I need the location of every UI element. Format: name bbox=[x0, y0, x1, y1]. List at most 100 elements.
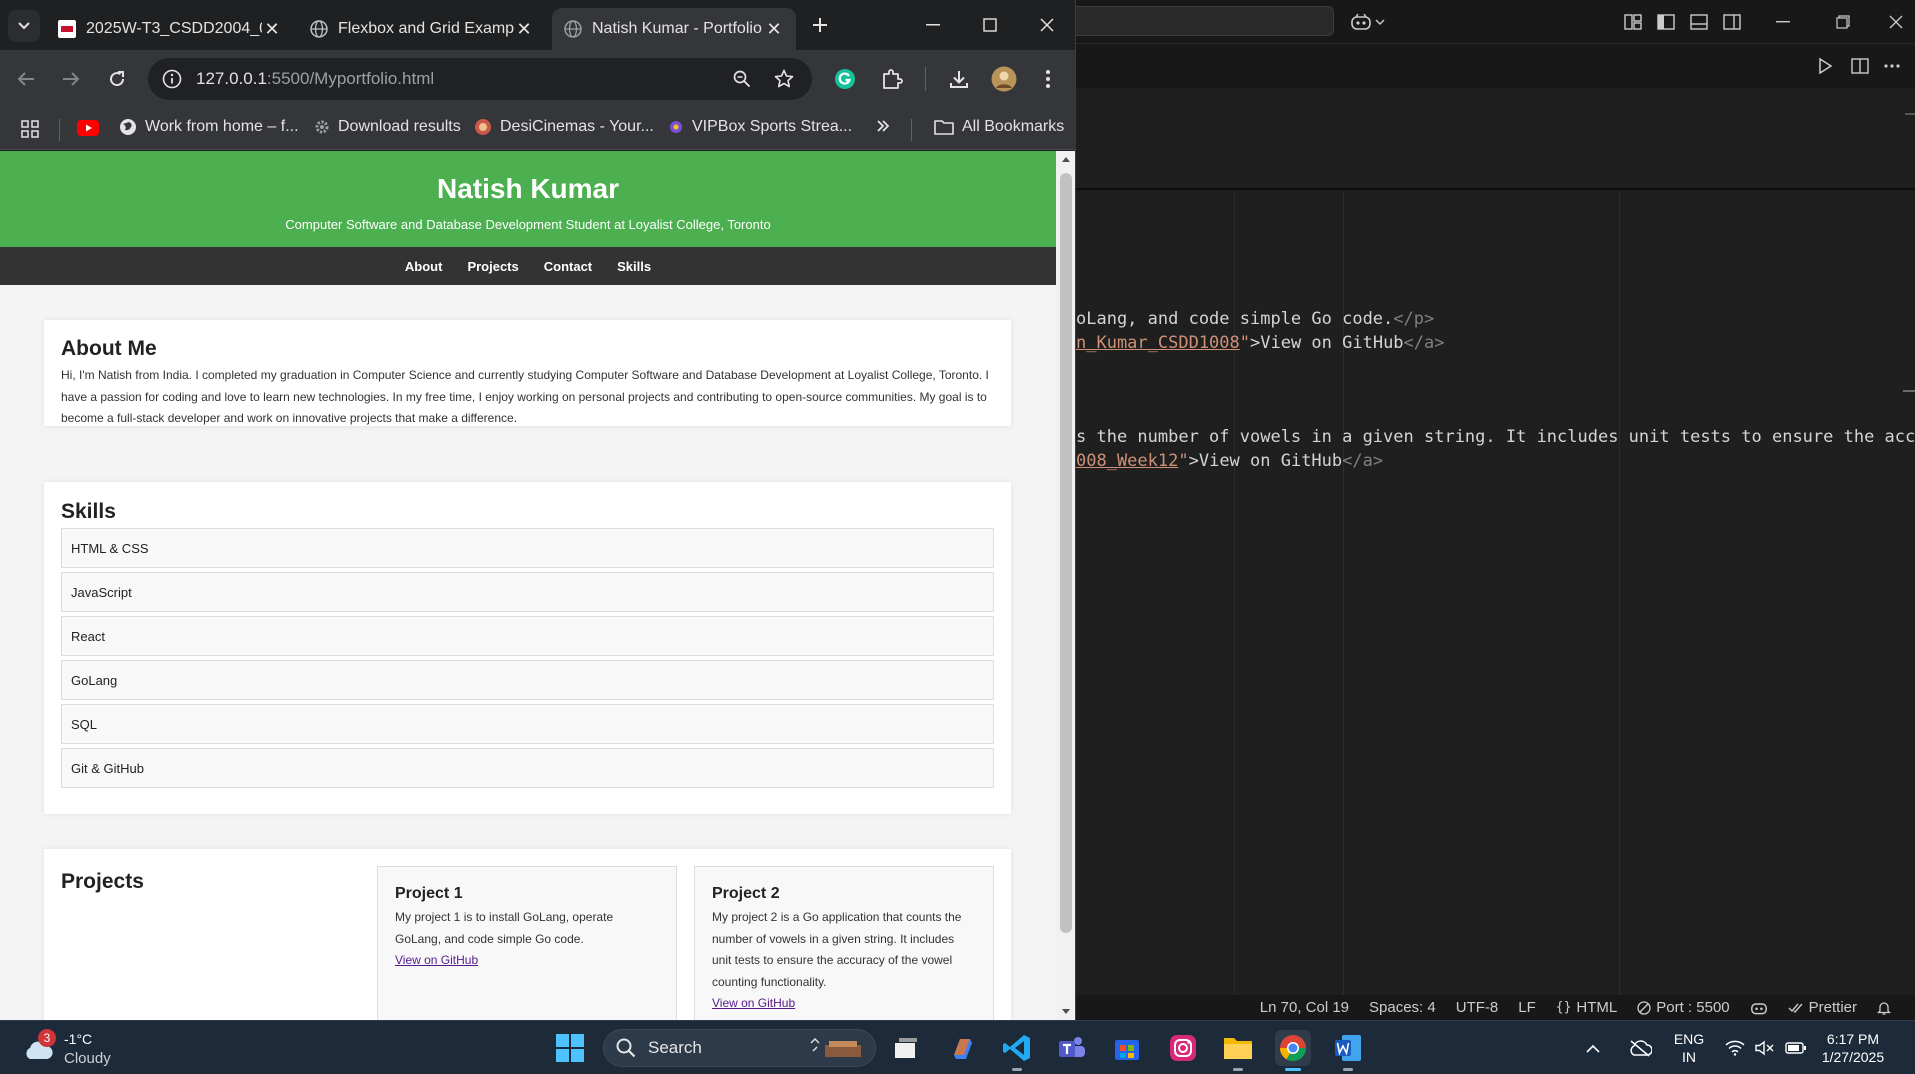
volume-status[interactable] bbox=[1752, 1030, 1778, 1066]
zoom-button[interactable] bbox=[726, 63, 758, 95]
bookmark-vipbox[interactable]: VIPBox Sports Strea... bbox=[668, 118, 852, 136]
code-line: oLang, and code simple Go code.</p> bbox=[1076, 307, 1434, 331]
clock-date: 1/27/2025 bbox=[1821, 1049, 1885, 1065]
reload-icon bbox=[110, 71, 125, 87]
bookmark-download-results[interactable]: Download results bbox=[314, 118, 461, 136]
split-editor-icon[interactable] bbox=[1848, 54, 1872, 78]
task-view-button[interactable] bbox=[887, 1030, 923, 1066]
project-card: Project 1 My project 1 is to install GoL… bbox=[377, 866, 677, 1020]
all-bookmarks-button[interactable]: All Bookmarks bbox=[934, 118, 1064, 136]
word-app[interactable] bbox=[1330, 1030, 1366, 1071]
file-explorer-app[interactable] bbox=[1220, 1030, 1256, 1071]
page-viewport[interactable]: Natish Kumar Computer Software and Datab… bbox=[0, 151, 1056, 1020]
encoding-status[interactable]: UTF-8 bbox=[1446, 995, 1509, 1020]
extension-grammarly[interactable] bbox=[829, 63, 861, 95]
bookmark-desicinemas[interactable]: DesiCinemas - Your... bbox=[474, 118, 654, 136]
nav-link-contact[interactable]: Contact bbox=[544, 259, 592, 274]
close-tab-icon[interactable]: ✕ bbox=[764, 19, 784, 39]
more-actions-icon[interactable] bbox=[1880, 54, 1904, 78]
store-icon bbox=[1115, 1040, 1139, 1060]
chevron-down-icon[interactable] bbox=[1373, 10, 1387, 34]
reload-button[interactable] bbox=[101, 63, 133, 95]
scrollbar-thumb[interactable] bbox=[1060, 173, 1072, 933]
clock[interactable]: 6:17 PM 1/27/2025 bbox=[1817, 1030, 1889, 1066]
bookmark-work-from-home[interactable]: Work from home – f... bbox=[119, 118, 299, 136]
show-hidden-icons-button[interactable] bbox=[1581, 1030, 1605, 1066]
minimize-button[interactable] bbox=[917, 9, 949, 41]
minimize-icon[interactable] bbox=[1771, 10, 1795, 34]
bookmark-star-button[interactable] bbox=[768, 63, 800, 95]
toggle-panel-icon[interactable] bbox=[1687, 10, 1711, 34]
maximize-button[interactable] bbox=[974, 9, 1006, 41]
code-line: s the number of vowels in a given string… bbox=[1076, 425, 1915, 449]
apps-button[interactable] bbox=[21, 120, 39, 138]
copilot-icon[interactable] bbox=[1349, 10, 1373, 34]
address-bar[interactable]: 127.0.0.1:5500/Myportfolio.html bbox=[148, 58, 812, 100]
nav-link-skills[interactable]: Skills bbox=[617, 259, 651, 274]
nav-link-about[interactable]: About bbox=[405, 259, 443, 274]
bookmark-youtube[interactable] bbox=[77, 120, 99, 136]
page-title: Natish Kumar bbox=[436, 173, 620, 204]
eol-status[interactable]: LF bbox=[1508, 995, 1546, 1020]
notifications-bell[interactable] bbox=[1867, 995, 1901, 1020]
close-icon[interactable] bbox=[1884, 10, 1908, 34]
onedrive-status[interactable] bbox=[1625, 1030, 1655, 1066]
new-tab-button[interactable] bbox=[804, 9, 836, 41]
live-server-port[interactable]: Port : 5500 bbox=[1627, 995, 1739, 1020]
folder-icon bbox=[934, 120, 954, 135]
tab-flexbox[interactable]: Flexbox and Grid Exampl ✕ bbox=[298, 8, 546, 50]
more-bookmarks-button[interactable] bbox=[876, 119, 890, 133]
github-link[interactable]: View on GitHub bbox=[395, 950, 659, 972]
weather-widget[interactable]: 3 -1°C Cloudy bbox=[20, 1029, 130, 1067]
extensions-button[interactable] bbox=[876, 63, 908, 95]
language-mode[interactable]: {} HTML bbox=[1546, 995, 1628, 1020]
search-placeholder: Search bbox=[648, 1038, 702, 1057]
scroll-down-arrow-icon[interactable] bbox=[1062, 1009, 1070, 1014]
start-button[interactable] bbox=[552, 1030, 588, 1066]
battery-status[interactable] bbox=[1782, 1030, 1810, 1066]
close-tab-icon[interactable]: ✕ bbox=[514, 19, 534, 39]
chrome-menu-button[interactable] bbox=[1032, 63, 1064, 95]
close-icon bbox=[1040, 18, 1054, 32]
scroll-up-arrow-icon[interactable] bbox=[1062, 157, 1070, 162]
copilot-status[interactable] bbox=[1740, 995, 1778, 1020]
tab-portfolio[interactable]: Natish Kumar - Portfolio ✕ bbox=[552, 8, 796, 50]
site-info-icon[interactable] bbox=[162, 69, 182, 89]
windows-taskbar: 3 -1°C Cloudy Search ENG IN 6:17 PM 1/27… bbox=[0, 1020, 1915, 1074]
code-token: >View on GitHub bbox=[1250, 333, 1404, 353]
github-link[interactable]: View on GitHub bbox=[712, 993, 976, 1015]
code-editor[interactable]: oLang, and code simple Go code.</p> n_Ku… bbox=[1076, 192, 1915, 995]
toggle-primary-sidebar-icon[interactable] bbox=[1654, 10, 1678, 34]
taskbar-search[interactable]: Search bbox=[603, 1029, 876, 1067]
instagram-app[interactable] bbox=[1165, 1030, 1201, 1066]
cursor-position[interactable]: Ln 70, Col 19 bbox=[1250, 995, 1359, 1020]
language-indicator[interactable]: ENG IN bbox=[1672, 1030, 1706, 1066]
indentation-status[interactable]: Spaces: 4 bbox=[1359, 995, 1446, 1020]
close-tab-icon[interactable]: ✕ bbox=[262, 19, 282, 39]
forward-button[interactable] bbox=[55, 63, 87, 95]
downloads-button[interactable] bbox=[943, 63, 975, 95]
port-label: Port : 5500 bbox=[1656, 999, 1730, 1016]
customize-layout-icon[interactable] bbox=[1621, 10, 1645, 34]
run-icon[interactable] bbox=[1813, 54, 1837, 78]
teams-app[interactable] bbox=[1054, 1030, 1090, 1066]
toggle-secondary-sidebar-icon[interactable] bbox=[1720, 10, 1744, 34]
copilot-app[interactable] bbox=[945, 1030, 981, 1066]
store-app[interactable] bbox=[1109, 1030, 1145, 1066]
tab-college[interactable]: 2025W-T3_CSDD2004_0 ✕ bbox=[46, 8, 294, 50]
wifi-status[interactable] bbox=[1722, 1030, 1748, 1066]
tab-search-button[interactable] bbox=[8, 10, 40, 42]
prettier-status[interactable]: Prettier bbox=[1778, 995, 1867, 1020]
page-scrollbar[interactable] bbox=[1056, 151, 1075, 1020]
close-window-button[interactable] bbox=[1031, 9, 1063, 41]
nav-link-projects[interactable]: Projects bbox=[467, 259, 518, 274]
back-button[interactable] bbox=[10, 63, 42, 95]
chrome-app[interactable] bbox=[1275, 1030, 1311, 1071]
task-view-icon bbox=[895, 1038, 917, 1058]
profile-button[interactable] bbox=[988, 63, 1020, 95]
skill-item: React bbox=[61, 616, 994, 656]
restore-icon[interactable] bbox=[1831, 10, 1855, 34]
vscode-app[interactable] bbox=[999, 1030, 1035, 1071]
command-center[interactable] bbox=[1076, 6, 1334, 36]
code-token: oLang, and code simple Go code. bbox=[1076, 309, 1394, 329]
